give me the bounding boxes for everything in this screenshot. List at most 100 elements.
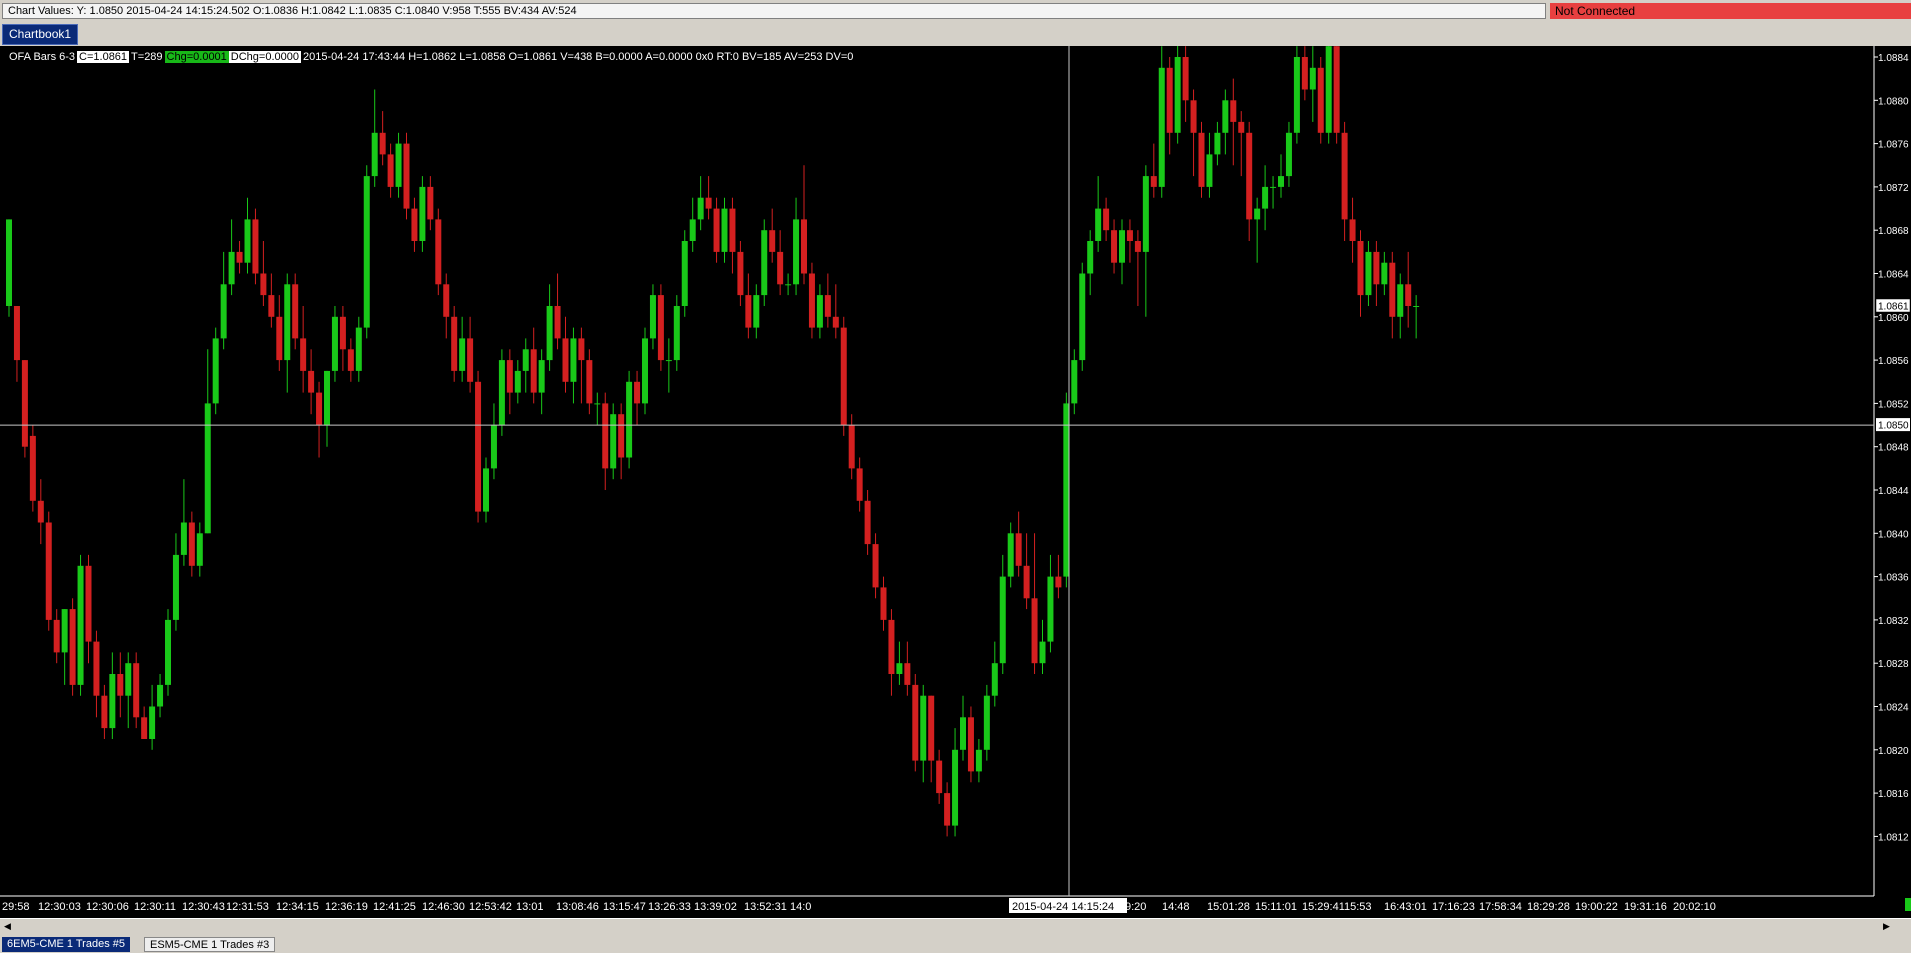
bar-details: 2015-04-24 17:43:44 H=1.0862 L=1.0858 O=… bbox=[303, 51, 854, 63]
candle-body bbox=[1349, 219, 1356, 241]
candle-body bbox=[848, 425, 855, 469]
candle-body bbox=[21, 360, 28, 447]
scroll-right-icon[interactable]: ▶ bbox=[1880, 920, 1893, 932]
candle-body bbox=[69, 609, 76, 685]
time-tick-label: 12:34:15 bbox=[276, 901, 319, 913]
price-tick-label: 1.0848 bbox=[1878, 443, 1909, 454]
candle-body bbox=[204, 403, 211, 534]
candle-body bbox=[1103, 208, 1110, 231]
candle-body bbox=[1222, 100, 1229, 133]
candle-body bbox=[172, 554, 179, 620]
candle-body bbox=[1031, 598, 1038, 664]
price-axis[interactable]: 1.0884 1.0880 1.0876 1.0872 1.0868 1.0864 1.08… bbox=[1874, 53, 1909, 843]
candle-body bbox=[1214, 132, 1221, 155]
candle-body bbox=[85, 565, 92, 642]
candle-body bbox=[1039, 641, 1046, 664]
price-chart[interactable]: 1.0884 1.0880 1.0876 1.0872 1.0868 1.0864 1.08… bbox=[0, 46, 1911, 918]
candle-body bbox=[530, 349, 537, 393]
chartbook-tab-row: Chartbook1 bbox=[0, 22, 1911, 46]
candle-body bbox=[292, 284, 299, 339]
candle-body bbox=[1262, 186, 1269, 209]
candle-body bbox=[626, 381, 633, 458]
candle-body bbox=[840, 327, 847, 426]
candle-body bbox=[371, 132, 378, 177]
candle-body bbox=[1238, 121, 1245, 133]
candle-body bbox=[1373, 251, 1380, 285]
candle-body bbox=[1190, 100, 1197, 133]
candle-body bbox=[1270, 186, 1277, 188]
candle-body bbox=[443, 284, 450, 317]
candle-body bbox=[912, 684, 919, 761]
connection-status[interactable]: Not Connected bbox=[1550, 3, 1911, 19]
candle-body bbox=[61, 609, 68, 653]
candle-body bbox=[244, 219, 251, 263]
time-axis[interactable]: 29:58 12:30:03 12:30:06 12:30:11 12:30:43 12:… bbox=[2, 901, 1716, 913]
candle-body bbox=[1126, 230, 1133, 241]
candle-body bbox=[1357, 241, 1364, 296]
candle-body bbox=[459, 338, 466, 371]
candle-body bbox=[1405, 284, 1412, 306]
horizontal-scrollbar[interactable]: ◀ ▶ bbox=[0, 918, 1911, 934]
candle-body bbox=[1325, 46, 1332, 133]
candlestick-chart[interactable]: 1.0884 1.0880 1.0876 1.0872 1.0868 1.0864 1.08… bbox=[0, 46, 1911, 918]
tab-esm5[interactable]: ESM5-CME 1 Trades #3 bbox=[144, 937, 276, 952]
time-tick-label: 29:58 bbox=[2, 901, 30, 913]
candle-body bbox=[578, 338, 585, 361]
candle-body bbox=[888, 619, 895, 674]
candle-body bbox=[125, 663, 132, 696]
time-tick-label: 19:31:16 bbox=[1624, 901, 1667, 913]
candle-body bbox=[769, 230, 776, 252]
candle-body bbox=[37, 500, 44, 523]
candle-body bbox=[618, 414, 625, 458]
price-tick-label: 1.0880 bbox=[1878, 96, 1909, 107]
price-tick-label: 1.0828 bbox=[1878, 659, 1909, 670]
time-tick-label: 15:53 bbox=[1344, 901, 1372, 913]
time-tick-label: 12:30:11 bbox=[134, 901, 176, 913]
candle-body bbox=[1158, 67, 1165, 187]
candle-body bbox=[872, 544, 879, 588]
candles-group bbox=[6, 46, 1420, 837]
time-tick-label: 12:41:25 bbox=[373, 901, 416, 913]
last-price-label: 1.0861 bbox=[1878, 302, 1909, 313]
candle-body bbox=[1095, 208, 1102, 241]
candle-body bbox=[562, 338, 569, 382]
price-tick-label: 1.0824 bbox=[1878, 703, 1909, 714]
candle-body bbox=[1182, 57, 1189, 101]
candle-body bbox=[355, 327, 362, 371]
candle-body bbox=[665, 360, 672, 362]
scroll-left-icon[interactable]: ◀ bbox=[1, 920, 14, 932]
candle-body bbox=[1333, 46, 1340, 133]
chartbook-tab[interactable]: Chartbook1 bbox=[2, 24, 79, 45]
price-tick-label: 1.0836 bbox=[1878, 573, 1909, 584]
price-tick-label: 1.0884 bbox=[1878, 53, 1909, 64]
candle-body bbox=[1174, 57, 1181, 133]
candle-body bbox=[1293, 57, 1300, 133]
candle-body bbox=[498, 360, 505, 426]
candle-body bbox=[649, 295, 656, 339]
crosshair-price-label: 1.0850 bbox=[1876, 418, 1910, 432]
candle-body bbox=[483, 468, 489, 512]
candle-body bbox=[45, 522, 52, 620]
candle-body bbox=[324, 370, 330, 426]
candle-body bbox=[697, 197, 704, 220]
candle-body bbox=[1301, 57, 1308, 90]
time-tick-label: 12:31:53 bbox=[226, 901, 269, 913]
candle-body bbox=[1198, 132, 1205, 187]
price-tick-label: 1.0844 bbox=[1878, 486, 1909, 497]
candle-body bbox=[379, 132, 386, 155]
candle-body bbox=[109, 674, 116, 729]
candle-body bbox=[832, 316, 839, 328]
candle-body bbox=[93, 641, 100, 696]
price-tick-label: 1.0852 bbox=[1878, 399, 1909, 410]
study-name: OFA Bars 6-3 bbox=[9, 51, 76, 63]
candle-body bbox=[196, 533, 203, 566]
price-tick-label: 1.0876 bbox=[1878, 140, 1909, 151]
time-tick-label: 17:58:34 bbox=[1479, 901, 1522, 913]
candle-body bbox=[236, 251, 243, 263]
tab-6em5[interactable]: 6EM5-CME 1 Trades #5 bbox=[2, 937, 130, 952]
time-tick-label: 12:53:42 bbox=[469, 901, 512, 913]
candle-body bbox=[1087, 241, 1094, 274]
time-tick-label: 13:39:02 bbox=[694, 901, 737, 913]
time-tick-label: 14:48 bbox=[1162, 901, 1190, 913]
candle-body bbox=[896, 663, 903, 674]
